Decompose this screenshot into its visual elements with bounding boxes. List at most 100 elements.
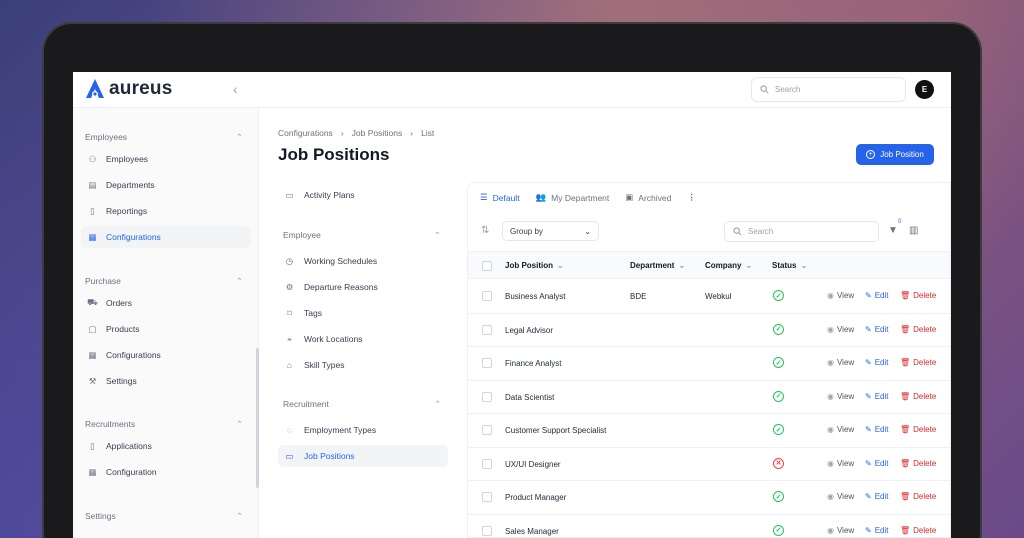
collapse-sidebar-icon[interactable]: ‹ — [233, 81, 238, 97]
delete-button[interactable]: 🗑 Delete — [900, 325, 936, 334]
column-company[interactable]: Company ⌄ — [705, 261, 752, 270]
edit-button[interactable]: ✎ Edit — [865, 291, 889, 300]
search-placeholder: Search — [775, 85, 801, 94]
edit-button[interactable]: ✎ Edit — [865, 459, 889, 468]
user-avatar[interactable]: E — [915, 80, 934, 99]
view-label: View — [836, 525, 855, 535]
row-checkbox[interactable] — [482, 425, 492, 435]
status-check-icon: ✓ — [773, 424, 784, 435]
table-row[interactable]: Legal Advisor ✓ ◉ View ✎ Edit 🗑 Delete — [468, 314, 950, 347]
logo[interactable]: aureus — [85, 78, 173, 100]
view-button[interactable]: ◉ View — [827, 358, 854, 367]
columns-icon[interactable]: ▥ — [909, 225, 918, 236]
sidebar-group-employees[interactable]: Employees ⌃ — [85, 132, 243, 143]
delete-label: Delete — [913, 425, 937, 434]
view-label: View — [836, 358, 855, 367]
config-group-employee[interactable]: Employee ⌃ — [283, 230, 441, 241]
view-label: View — [836, 324, 855, 334]
delete-button[interactable]: 🗑 Delete — [900, 459, 936, 468]
config-item-activity-plans[interactable]: ▭ Activity Plans — [278, 184, 448, 206]
sidebar-group-label: Recruitments — [85, 419, 136, 429]
filter-icon[interactable]: ▼ — [888, 225, 898, 236]
eye-icon: ◉ — [827, 492, 834, 501]
more-options-icon[interactable]: ⋮ — [687, 192, 696, 203]
column-status[interactable]: Status ⌄ — [772, 261, 807, 270]
view-button[interactable]: ◉ View — [827, 291, 854, 300]
config-item-skill-types[interactable]: ⌂ Skill Types — [278, 354, 448, 376]
row-checkbox[interactable] — [482, 291, 492, 301]
delete-button[interactable]: 🗑 Delete — [900, 392, 936, 401]
delete-button[interactable]: 🗑 Delete — [900, 358, 936, 367]
breadcrumb-configurations[interactable]: Configurations — [278, 128, 333, 138]
table-row[interactable]: Business Analyst BDE Webkul ✓ ◉ View ✎ Edit 🗑 Del… — [468, 280, 950, 314]
sidebar-item-configurations[interactable]: ▦ Configurations — [81, 344, 251, 366]
group-by-select[interactable]: Group by ⌄ — [502, 221, 599, 241]
table-row[interactable]: Sales Manager ✓ ◉ View ✎ Edit 🗑 Delete — [468, 515, 950, 538]
config-item-employment-types[interactable]: ◌ Employment Types — [278, 419, 448, 441]
view-button[interactable]: ◉ View — [827, 459, 854, 468]
table-row[interactable]: Product Manager ✓ ◉ View ✎ Edit 🗑 Delete — [468, 481, 950, 515]
table-search-input[interactable]: Search — [724, 221, 879, 242]
filter-count-badge: 0 — [898, 219, 902, 225]
edit-button[interactable]: ✎ Edit — [865, 325, 889, 334]
row-checkbox[interactable] — [482, 391, 492, 402]
chevron-down-icon: ⌄ — [584, 226, 591, 236]
sidebar-group-recruitments[interactable]: Recruitments ⌃ — [85, 419, 243, 430]
sidebar-item-departments[interactable]: ▤ Departments — [81, 174, 251, 196]
config-item-job-positions[interactable]: ▭ Job Positions — [278, 445, 448, 467]
sidebar-item-configurations[interactable]: ▦ Configurations — [81, 226, 251, 248]
config-group-recruitment[interactable]: Recruitment ⌃ — [283, 399, 441, 410]
sidebar-group-purchase[interactable]: Purchase ⌃ — [85, 276, 243, 287]
column-job-position[interactable]: Job Position ⌄ — [505, 261, 564, 270]
tab-my-department[interactable]: 👥 My Department — [536, 192, 610, 203]
delete-button[interactable]: 🗑 Delete — [900, 425, 936, 434]
view-button[interactable]: ◉ View — [827, 492, 854, 501]
sidebar-item-orders[interactable]: ⛟ Orders — [81, 292, 251, 314]
config-item-departure-reasons[interactable]: ⚙ Departure Reasons — [278, 276, 448, 298]
sidebar-item-products[interactable]: ▢ Products — [81, 318, 251, 340]
table-row[interactable]: Customer Support Specialist ✓ ◉ View ✎ Edit 🗑 D… — [468, 414, 950, 448]
edit-button[interactable]: ✎ Edit — [865, 526, 889, 535]
config-item-work-locations[interactable]: ⌖ Work Locations — [278, 328, 448, 350]
config-item-tags[interactable]: ⌑ Tags — [278, 302, 448, 324]
table-row[interactable]: Finance Analyst ✓ ◉ View ✎ Edit 🗑 Delete — [468, 347, 950, 381]
view-button[interactable]: ◉ View — [827, 392, 854, 401]
sidebar-item-label: Reportings — [106, 206, 148, 216]
sidebar-item-settings[interactable]: ⚒ Settings — [81, 370, 251, 392]
edit-button[interactable]: ✎ Edit — [865, 392, 889, 401]
sidebar-item-employees[interactable]: ⚇ Employees — [81, 148, 251, 170]
edit-button[interactable]: ✎ Edit — [865, 492, 889, 501]
new-job-position-button[interactable]: + Job Position — [856, 144, 934, 165]
config-item-working-schedules[interactable]: ◷ Working Schedules — [278, 250, 448, 272]
tab-default[interactable]: ☰ Default — [480, 192, 520, 203]
edit-button[interactable]: ✎ Edit — [865, 358, 889, 367]
sidebar-item-configuration[interactable]: ▦ Configuration — [81, 461, 251, 483]
gear-icon: ⚙ — [285, 281, 294, 292]
row-checkbox[interactable] — [482, 358, 492, 368]
row-checkbox[interactable] — [482, 492, 492, 502]
view-button[interactable]: ◉ View — [827, 425, 854, 434]
delete-button[interactable]: 🗑 Delete — [900, 291, 936, 300]
view-button[interactable]: ◉ View — [827, 526, 854, 535]
sidebar-group-settings[interactable]: Settings ⌃ — [85, 511, 243, 522]
edit-button[interactable]: ✎ Edit — [865, 425, 889, 434]
view-button[interactable]: ◉ View — [827, 325, 854, 334]
table-row[interactable]: UX/UI Designer ✕ ◉ View ✎ Edit 🗑 Delete — [468, 448, 950, 481]
view-label: View — [836, 492, 855, 501]
tab-archived[interactable]: ▣ Archived — [625, 192, 671, 203]
breadcrumb-job-positions[interactable]: Job Positions — [352, 128, 403, 138]
column-department[interactable]: Department ⌄ — [630, 261, 685, 270]
sort-icon[interactable]: ⇅ — [481, 225, 489, 236]
global-search-input[interactable]: Search — [751, 77, 906, 102]
delete-button[interactable]: 🗑 Delete — [900, 526, 936, 535]
row-checkbox[interactable] — [482, 525, 492, 536]
sidebar-item-applications[interactable]: ▯ Applications — [81, 435, 251, 457]
table-row[interactable]: Data Scientist ✓ ◉ View ✎ Edit 🗑 Delete — [468, 381, 950, 414]
sidebar-scrollbar[interactable] — [256, 348, 259, 488]
select-all-checkbox[interactable] — [482, 261, 492, 271]
archive-icon: ▣ — [625, 192, 634, 202]
delete-button[interactable]: 🗑 Delete — [900, 492, 936, 501]
sidebar-item-reportings[interactable]: ▯ Reportings — [81, 200, 251, 222]
row-checkbox[interactable] — [482, 324, 492, 335]
row-checkbox[interactable] — [482, 458, 492, 469]
